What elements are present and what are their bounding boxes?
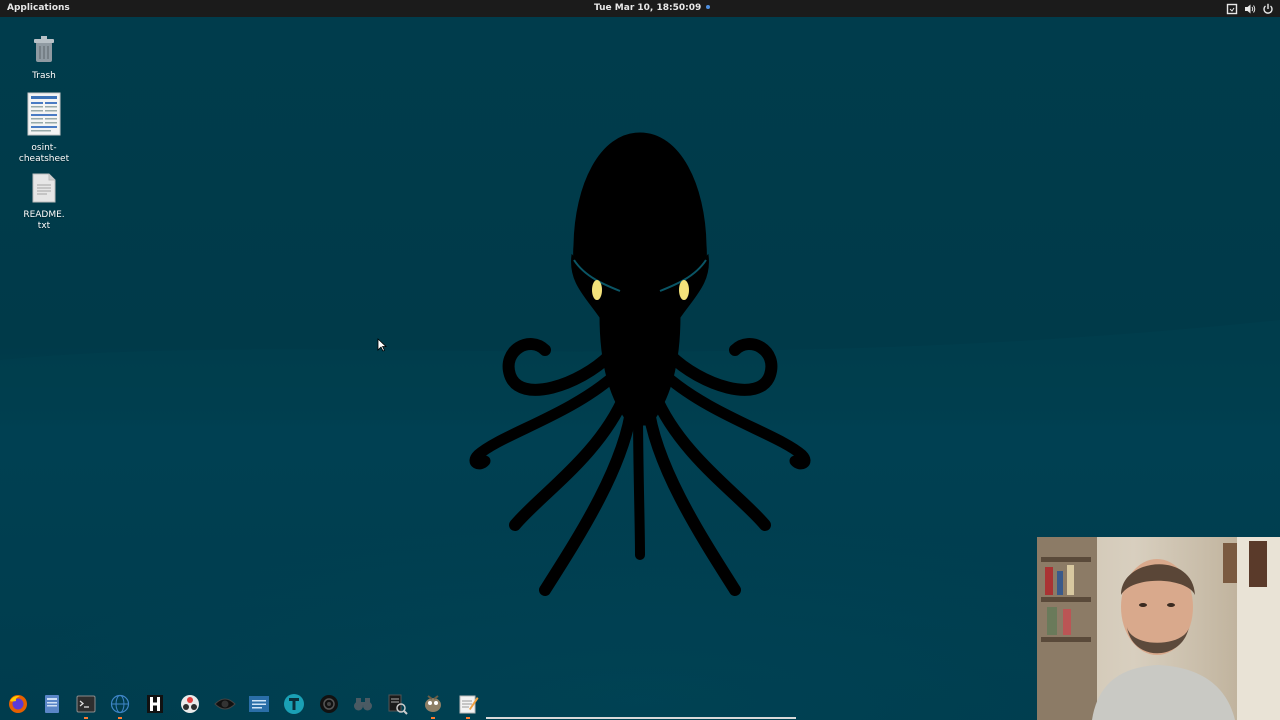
camera-lens-icon	[318, 693, 340, 715]
desktop-icon-osint-cheatsheet[interactable]: osint- cheatsheet	[8, 92, 80, 165]
desktop-icon-trash[interactable]: Trash	[8, 34, 80, 82]
dock	[0, 688, 490, 720]
webcam-feed	[1037, 537, 1280, 720]
power-icon[interactable]	[1262, 3, 1274, 15]
dock-item-hashcat[interactable]	[144, 693, 166, 715]
webcam-overlay	[1037, 537, 1280, 720]
dock-item-maltego[interactable]	[179, 693, 201, 715]
dock-item-text-editor[interactable]	[457, 693, 479, 719]
dock-item-files[interactable]	[41, 693, 63, 715]
desktop-icon-readme[interactable]: README. txt	[8, 173, 80, 232]
running-indicator	[466, 717, 470, 719]
files-icon	[41, 693, 63, 715]
gimp-icon	[422, 693, 444, 715]
desktop-icon-label: README. txt	[23, 210, 65, 231]
notification-dot	[706, 5, 711, 9]
running-indicator	[84, 717, 88, 719]
terminal-icon	[75, 693, 97, 715]
running-indicator	[431, 717, 435, 719]
dock-item-terminal[interactable]	[75, 693, 97, 719]
binoculars-icon	[352, 693, 374, 715]
eye-icon	[214, 693, 236, 715]
dock-item-tor[interactable]	[283, 693, 305, 715]
workspace-indicator	[486, 717, 796, 719]
running-indicator	[118, 717, 122, 719]
trash-icon	[8, 34, 80, 68]
system-tray	[1226, 2, 1274, 15]
dock-item-gimp[interactable]	[422, 693, 444, 719]
dock-item-network[interactable]	[109, 693, 131, 719]
dock-item-binoculars[interactable]	[352, 693, 374, 715]
firefox-icon	[7, 693, 29, 715]
desktop-icon-label: Trash	[32, 71, 56, 81]
dock-item-haveibeenpwned[interactable]	[248, 693, 270, 715]
octopus-wallpaper	[469, 132, 811, 596]
applications-menu[interactable]: Applications	[7, 0, 70, 17]
dock-item-camera-lens[interactable]	[318, 693, 340, 715]
text-file-icon	[8, 173, 80, 207]
dock-item-eye[interactable]	[214, 693, 236, 715]
mouse-cursor	[377, 338, 387, 352]
desktop-icon-label: osint- cheatsheet	[18, 143, 70, 164]
clock[interactable]: Tue Mar 10, 18:50:09	[594, 0, 711, 17]
screen-icon[interactable]	[1226, 3, 1238, 15]
volume-icon[interactable]	[1244, 3, 1256, 15]
hashcat-icon	[144, 693, 166, 715]
clock-text: Tue Mar 10, 18:50:09	[594, 3, 702, 13]
text-editor-icon	[457, 693, 479, 715]
dock-item-firefox[interactable]	[7, 693, 29, 715]
document-search-icon	[386, 693, 408, 715]
network-globe-icon	[109, 693, 131, 715]
haveibeenpwned-icon	[248, 693, 270, 715]
document-icon	[8, 92, 80, 140]
top-panel: Applications Tue Mar 10, 18:50:09	[0, 0, 1280, 17]
maltego-icon	[179, 693, 201, 715]
dock-item-document-search[interactable]	[386, 693, 408, 715]
tor-browser-icon	[283, 693, 305, 715]
